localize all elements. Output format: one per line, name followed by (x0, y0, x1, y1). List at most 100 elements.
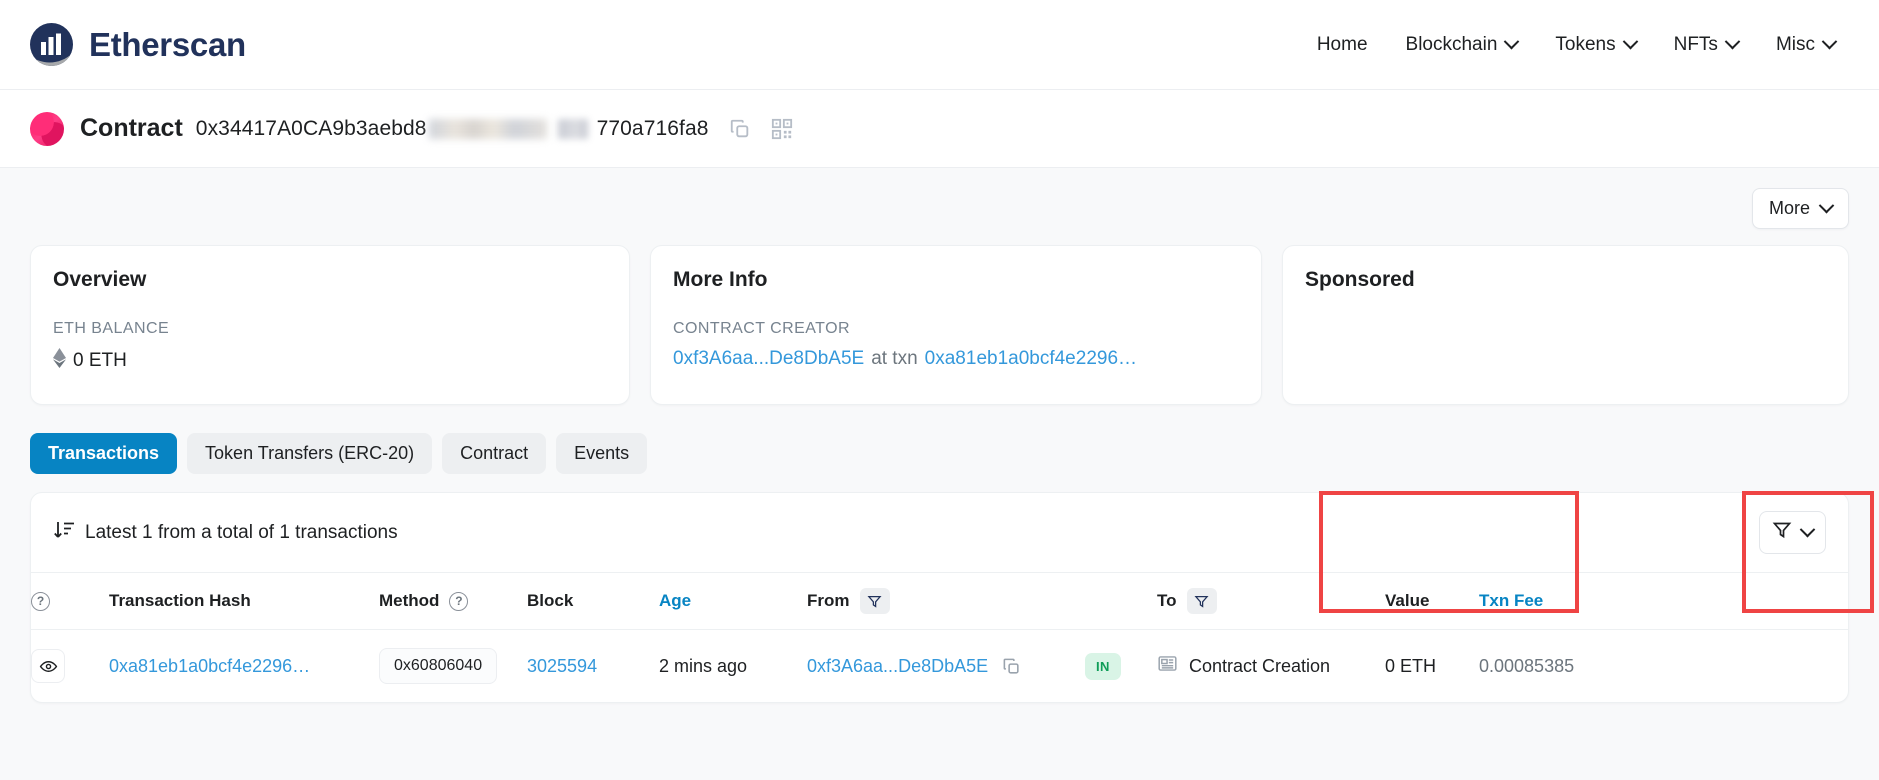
col-label: Age (659, 591, 692, 610)
chevron-down-icon (1799, 521, 1816, 538)
from-address-link[interactable]: 0xf3A6aa...De8DbA5E (807, 656, 988, 676)
sort-descending-icon (53, 520, 75, 546)
overview-title: Overview (53, 268, 147, 291)
cell-method: 0x60806040 (379, 630, 527, 703)
col-label: Method (379, 591, 440, 610)
col-label: From (807, 591, 850, 610)
nav-item-blockchain[interactable]: Blockchain (1405, 33, 1520, 56)
more-info-card: More Info CONTRACT CREATOR 0xf3A6aa...De… (650, 245, 1262, 405)
address-redacted-blur-2 (557, 118, 588, 139)
copy-address-icon[interactable] (729, 118, 751, 140)
block-link[interactable]: 3025594 (527, 656, 597, 676)
creator-address-link[interactable]: 0xf3A6aa...De8DbA5E (673, 348, 864, 370)
top-navigation-bar: Etherscan Home Blockchain Tokens NFTs Mi… (0, 0, 1879, 90)
etherscan-logo-icon (28, 21, 75, 68)
col-block: Block (527, 572, 659, 630)
col-method: Method ? (379, 572, 527, 630)
sponsored-card: Sponsored (1282, 245, 1849, 405)
address-redacted-blur (428, 118, 547, 139)
col-label: Block (527, 591, 574, 610)
direction-badge: IN (1085, 652, 1121, 680)
col-info: ? (31, 572, 109, 630)
nav-item-label: Misc (1775, 33, 1815, 55)
creator-txn-link[interactable]: 0xa81eb1a0bcf4e2296… (925, 348, 1137, 370)
chevron-down-icon (1504, 33, 1520, 50)
help-circle-icon[interactable]: ? (449, 591, 469, 611)
creator-joiner-text: at txn (871, 348, 918, 369)
more-button-label: More (1768, 198, 1810, 218)
funnel-icon (1772, 520, 1792, 545)
cell-value: 0 ETH (1385, 655, 1437, 676)
table-head: ? Transaction Hash Method ? Block Age Fr… (31, 572, 1848, 630)
nav-item-label: Home (1316, 33, 1368, 55)
eth-balance-value-row: 0 ETH (53, 348, 607, 374)
from-filter-icon[interactable] (859, 588, 890, 614)
contract-creator-label: CONTRACT CREATOR (673, 320, 850, 337)
nav-item-tokens[interactable]: Tokens (1555, 33, 1638, 56)
nav-item-label: Tokens (1555, 33, 1616, 55)
chevron-down-icon (1821, 33, 1838, 50)
chevron-down-icon (1818, 197, 1835, 214)
content-tabs: Transactions Token Transfers (ERC-20) Co… (30, 405, 1849, 492)
qr-code-icon[interactable] (771, 118, 793, 140)
transactions-table-card: Latest 1 from a total of 1 transactions (30, 491, 1874, 703)
more-button[interactable]: More (1751, 188, 1849, 229)
to-filter-icon[interactable] (1186, 588, 1217, 614)
col-transaction-hash: Transaction Hash (109, 572, 379, 630)
col-txn-fee[interactable]: Txn Fee (1479, 572, 1848, 630)
nav-item-nfts[interactable]: NFTs (1673, 33, 1741, 56)
ethereum-diamond-icon (53, 348, 66, 374)
col-to: To (1157, 572, 1385, 630)
nav-item-home[interactable]: Home (1317, 34, 1368, 56)
page-title: Contract (80, 114, 183, 142)
nav-item-label: NFTs (1673, 33, 1718, 55)
cell-to: Contract Creation (1157, 630, 1385, 703)
transactions-summary-text: Latest 1 from a total of 1 transactions (85, 521, 398, 543)
help-circle-icon[interactable]: ? (31, 591, 50, 611)
tab-contract[interactable]: Contract (442, 433, 547, 474)
cell-view-action (31, 630, 109, 703)
cell-from: 0xf3A6aa...De8DbA5E (807, 630, 1085, 703)
col-age[interactable]: Age (659, 572, 807, 630)
col-label: Txn Fee (1479, 591, 1544, 610)
cell-block: 3025594 (527, 630, 659, 703)
address-suffix: 770a716fa8 (596, 116, 709, 140)
page-body: More Overview ETH BALANCE 0 ETH More Inf… (0, 168, 1879, 780)
contract-avatar-icon (30, 111, 64, 146)
nav-item-misc[interactable]: Misc (1775, 33, 1838, 56)
contract-document-icon (1157, 653, 1178, 679)
table-filter-button[interactable] (1759, 511, 1826, 554)
to-value: Contract Creation (1189, 655, 1331, 676)
cell-txn-fee: 0.00085385 (1479, 655, 1575, 676)
page-toolbar: More (30, 168, 1849, 245)
brand-logo[interactable]: Etherscan (28, 21, 246, 68)
more-info-title: More Info (673, 268, 768, 291)
nav-item-label: Blockchain (1405, 33, 1498, 55)
transactions-table: ? Transaction Hash Method ? Block Age Fr… (31, 572, 1848, 702)
col-from: From (807, 572, 1085, 630)
transaction-hash-link[interactable]: 0xa81eb1a0bcf4e2296… (109, 656, 310, 676)
col-direction (1085, 572, 1157, 630)
table-row: 0xa81eb1a0bcf4e2296… 0x60806040 3025594 … (31, 630, 1848, 703)
tab-events[interactable]: Events (556, 433, 648, 474)
tab-token-transfers[interactable]: Token Transfers (ERC-20) (187, 433, 433, 474)
contract-address: 0x34417A0CA9b3aebd8 770a716fa8 (196, 117, 709, 141)
eye-icon[interactable] (31, 649, 65, 683)
main-menu: Home Blockchain Tokens NFTs Misc (1317, 34, 1849, 56)
eth-balance-label: ETH BALANCE (53, 320, 170, 337)
tab-transactions[interactable]: Transactions (30, 433, 178, 474)
transactions-summary: Latest 1 from a total of 1 transactions (53, 520, 398, 546)
copy-icon[interactable] (1002, 657, 1021, 676)
col-label: Value (1385, 591, 1430, 610)
cell-transaction-hash: 0xa81eb1a0bcf4e2296… (109, 630, 379, 703)
overview-card: Overview ETH BALANCE 0 ETH (30, 245, 630, 405)
cell-direction: IN (1085, 630, 1157, 703)
chevron-down-icon (1724, 33, 1741, 50)
method-badge[interactable]: 0x60806040 (379, 648, 498, 684)
eth-balance-value: 0 ETH (73, 350, 127, 371)
contract-creator-value: 0xf3A6aa...De8DbA5E at txn 0xa81eb1a0bcf… (673, 348, 1239, 370)
col-value: Value (1385, 572, 1479, 630)
sponsored-title: Sponsored (1305, 268, 1415, 291)
address-prefix: 0x34417A0CA9b3aebd8 (195, 116, 427, 140)
table-header-bar: Latest 1 from a total of 1 transactions (31, 493, 1848, 572)
